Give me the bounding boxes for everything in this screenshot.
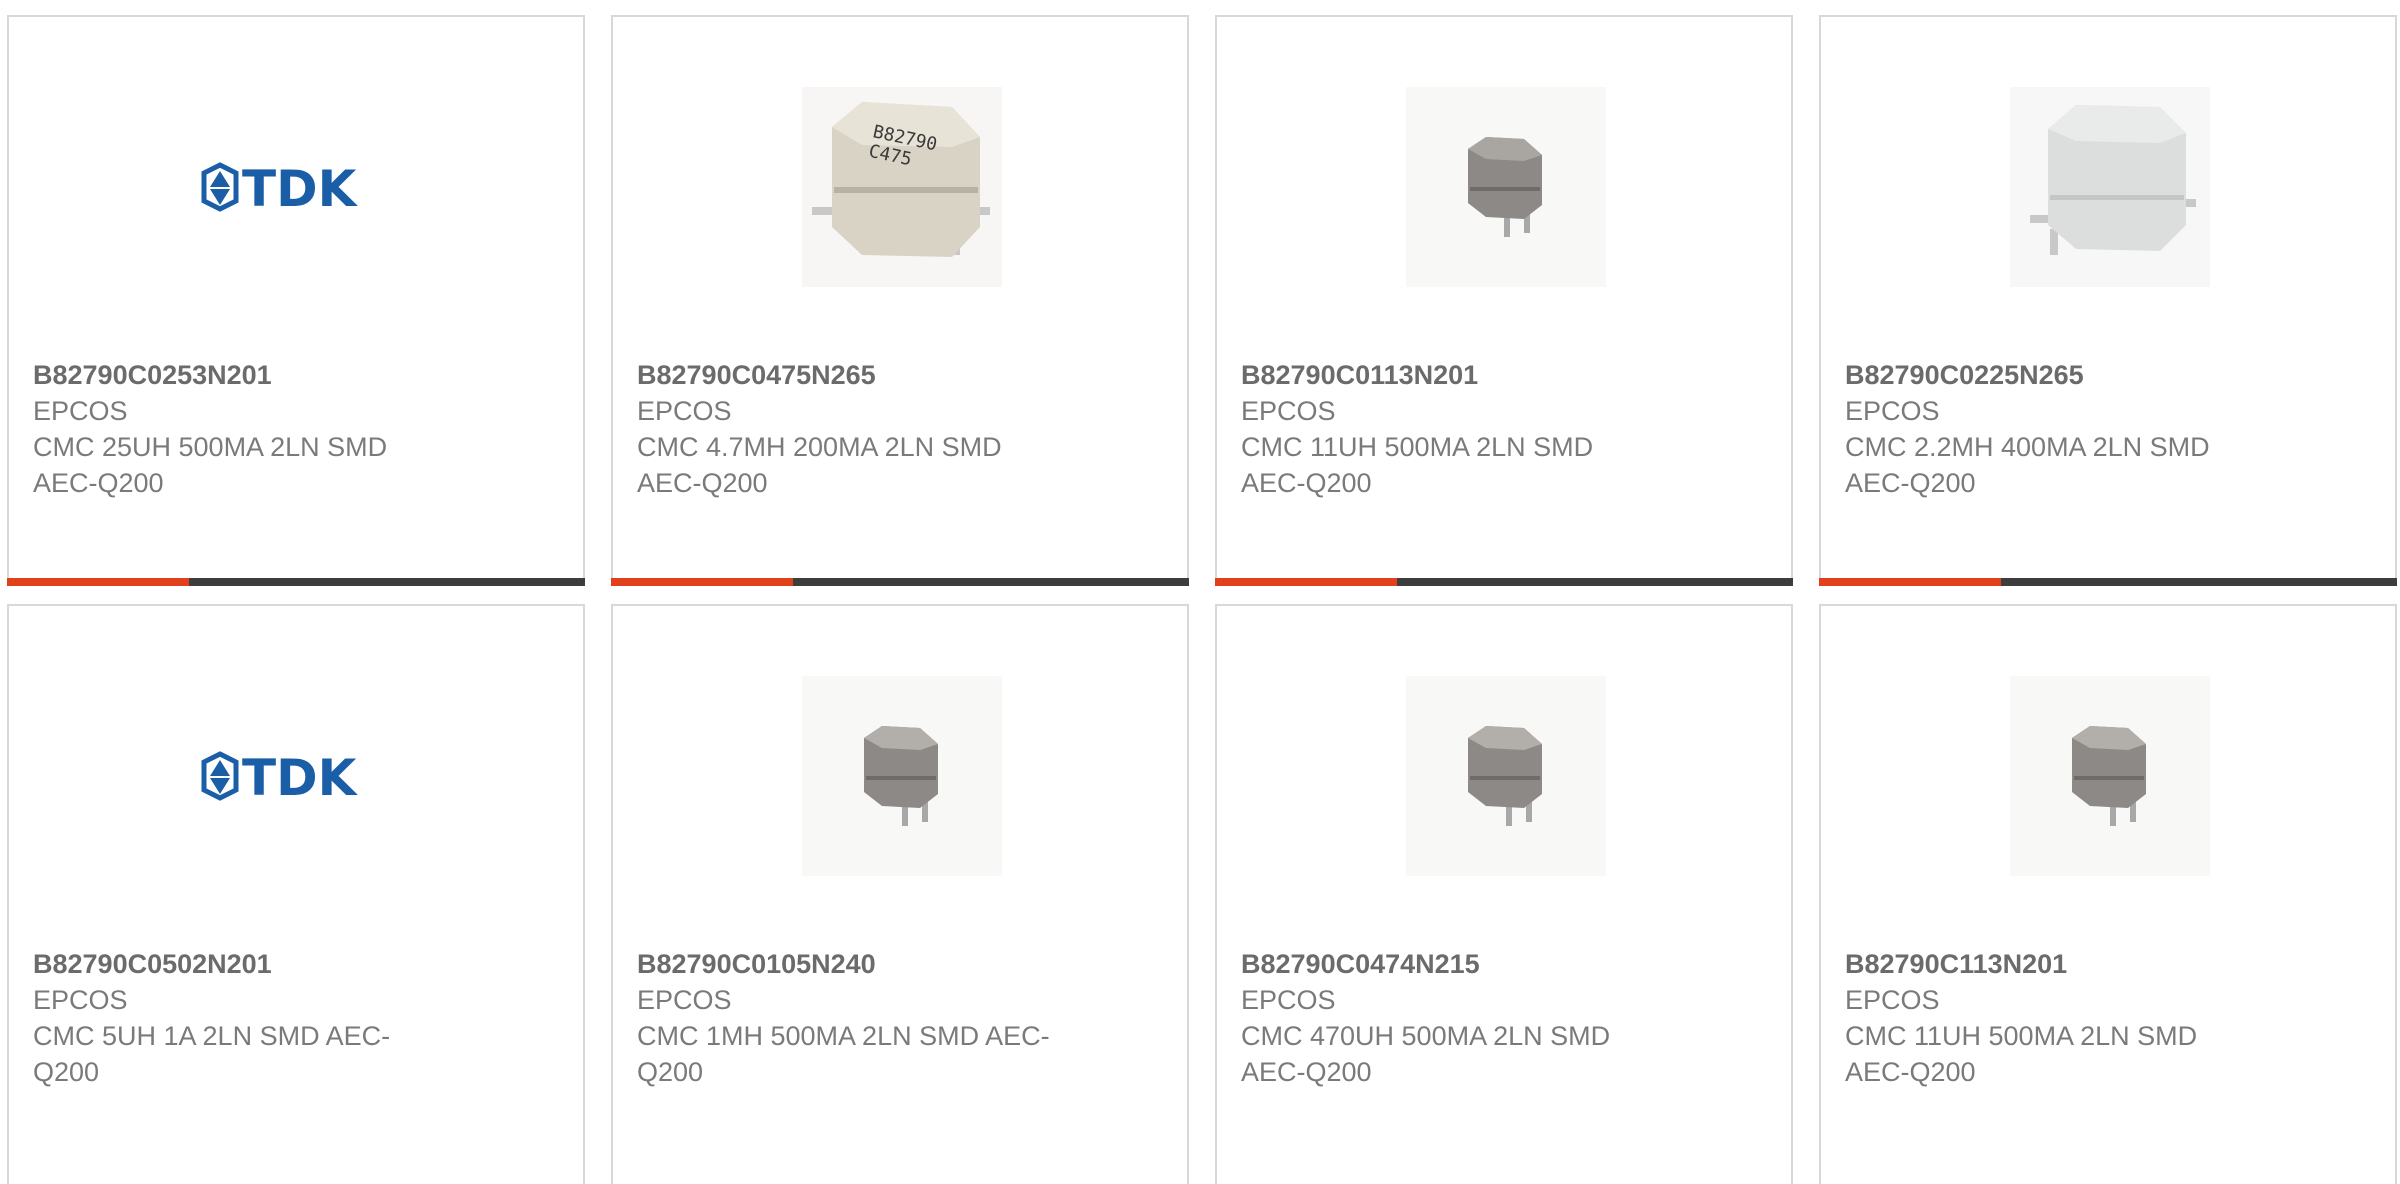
large-white-inductor-icon	[2010, 87, 2210, 287]
product-image[interactable]: B82790C475	[802, 87, 1002, 287]
card-accent-bar	[7, 578, 585, 586]
product-card[interactable]: TDK B82790C0253N201 EPCOS CMC 25UH 500MA…	[7, 15, 585, 586]
card-accent-bar	[1819, 578, 2397, 586]
product-image[interactable]	[1406, 676, 1606, 876]
product-card[interactable]: B82790C113N201 EPCOS CMC 11UH 500MA 2LN …	[1819, 604, 2397, 1184]
product-description: CMC 470UH 500MA 2LN SMD AEC-Q200	[1241, 1021, 1611, 1087]
small-gray-inductor-icon	[2010, 676, 2210, 876]
card-accent-bar	[611, 578, 1189, 586]
svg-text:TDK: TDK	[242, 749, 359, 806]
card-accent-bar	[1215, 578, 1793, 586]
manufacturer: EPCOS	[637, 985, 732, 1015]
manufacturer: EPCOS	[1241, 985, 1336, 1015]
product-image[interactable]: TDK	[198, 676, 398, 876]
product-description: CMC 11UH 500MA 2LN SMD AEC-Q200	[1241, 432, 1594, 498]
manufacturer: EPCOS	[1845, 985, 1940, 1015]
product-image[interactable]: TDK	[198, 87, 398, 287]
part-number-link[interactable]: B82790C0105N240	[637, 946, 1057, 982]
part-number-link[interactable]: B82790C0225N265	[1845, 357, 2265, 393]
product-card[interactable]: B82790C0474N215 EPCOS CMC 470UH 500MA 2L…	[1215, 604, 1793, 1184]
product-card[interactable]: B82790C0113N201 EPCOS CMC 11UH 500MA 2LN…	[1215, 15, 1793, 586]
part-number-link[interactable]: B82790C0253N201	[33, 357, 453, 393]
product-card[interactable]: B82790C0225N265 EPCOS CMC 2.2MH 400MA 2L…	[1819, 15, 2397, 586]
product-grid: TDK B82790C0253N201 EPCOS CMC 25UH 500MA…	[0, 0, 2400, 1184]
small-gray-inductor-icon	[1406, 87, 1606, 287]
manufacturer: EPCOS	[33, 985, 128, 1015]
product-description: CMC 4.7MH 200MA 2LN SMD AEC-Q200	[637, 432, 1002, 498]
product-image[interactable]	[802, 676, 1002, 876]
product-description: CMC 5UH 1A 2LN SMD AEC-Q200	[33, 1021, 391, 1087]
svg-text:TDK: TDK	[242, 160, 359, 217]
product-image[interactable]	[2010, 676, 2210, 876]
large-beige-inductor-icon: B82790C475	[802, 87, 1002, 287]
product-card[interactable]: B82790C0105N240 EPCOS CMC 1MH 500MA 2LN …	[611, 604, 1189, 1184]
part-number-link[interactable]: B82790C0474N215	[1241, 946, 1661, 982]
manufacturer: EPCOS	[637, 396, 732, 426]
part-number-link[interactable]: B82790C0475N265	[637, 357, 1057, 393]
manufacturer: EPCOS	[33, 396, 128, 426]
product-description: CMC 1MH 500MA 2LN SMD AEC-Q200	[637, 1021, 1050, 1087]
product-description: CMC 2.2MH 400MA 2LN SMD AEC-Q200	[1845, 432, 2210, 498]
manufacturer: EPCOS	[1845, 396, 1940, 426]
small-gray-inductor-icon	[1406, 676, 1606, 876]
product-card[interactable]: TDK B82790C0502N201 EPCOS CMC 5UH 1A 2LN…	[7, 604, 585, 1184]
tdk-logo-icon: TDK	[201, 160, 359, 217]
product-image[interactable]	[2010, 87, 2210, 287]
product-description: CMC 11UH 500MA 2LN SMD AEC-Q200	[1845, 1021, 2198, 1087]
product-description: CMC 25UH 500MA 2LN SMD AEC-Q200	[33, 432, 388, 498]
product-card[interactable]: B82790C475 B82790C0475N265 EPCOS CMC 4.7…	[611, 15, 1189, 586]
product-image[interactable]	[1406, 87, 1606, 287]
small-gray-inductor-icon	[802, 676, 1002, 876]
part-number-link[interactable]: B82790C0113N201	[1241, 357, 1661, 393]
tdk-logo-icon: TDK	[201, 749, 359, 806]
part-number-link[interactable]: B82790C0502N201	[33, 946, 453, 982]
manufacturer: EPCOS	[1241, 396, 1336, 426]
part-number-link[interactable]: B82790C113N201	[1845, 946, 2265, 982]
